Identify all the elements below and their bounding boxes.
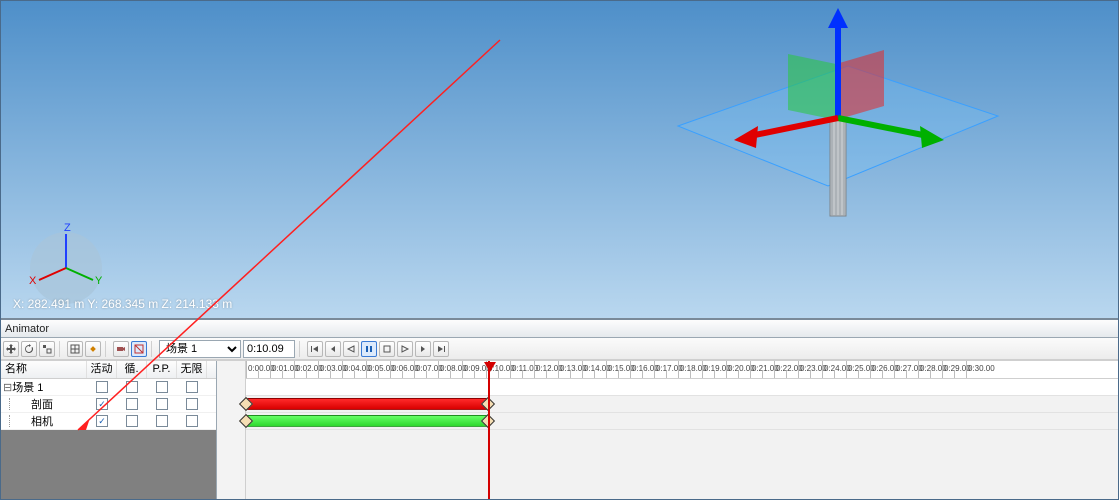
- playhead-head-icon: [484, 362, 496, 372]
- tree-header-loop: 循.: [117, 361, 147, 378]
- animator-toolbar: 场景 1: [1, 338, 1118, 360]
- stop-button[interactable]: [379, 341, 395, 357]
- translate-tool-button[interactable]: [3, 341, 19, 357]
- animator-panel-title: Animator: [1, 320, 1118, 338]
- camera-button[interactable]: [113, 341, 129, 357]
- pp-checkbox[interactable]: [156, 415, 168, 427]
- forward-end-button[interactable]: [433, 341, 449, 357]
- axis-y-label: Y: [95, 275, 103, 287]
- orientation-gizmo[interactable]: Z Y X: [21, 218, 111, 308]
- timeline-tracks[interactable]: [246, 379, 1118, 499]
- pp-checkbox[interactable]: [156, 398, 168, 410]
- tree-header-pp: P.P.: [147, 361, 177, 378]
- panel-splitter[interactable]: [217, 361, 246, 499]
- tree-row-name: 剖面: [1, 396, 87, 412]
- loop-checkbox[interactable]: [126, 381, 138, 393]
- playhead[interactable]: [488, 361, 490, 499]
- loop-checkbox[interactable]: [126, 415, 138, 427]
- tree-header: 名称 活动 循. P.P. 无限: [1, 361, 216, 379]
- tree-header-active: 活动: [87, 361, 117, 378]
- viewport-3d[interactable]: Z Y X X: 282.491 m Y: 268.345 m Z: 214.1…: [1, 1, 1118, 320]
- active-checkbox[interactable]: [96, 398, 108, 410]
- section-button[interactable]: [131, 341, 147, 357]
- timeline-panel[interactable]: 0:00.000:01.000:02.000:03.000:04.000:05.…: [246, 361, 1118, 499]
- track-row[interactable]: [246, 413, 1118, 430]
- tree-header-name: 名称: [1, 361, 87, 378]
- play-back-button[interactable]: [343, 341, 359, 357]
- track-row[interactable]: [246, 396, 1118, 413]
- ruler-tick-label: 0:30.00: [968, 364, 995, 373]
- scene-gizmo: [628, 6, 1018, 236]
- infinite-checkbox[interactable]: [186, 415, 198, 427]
- tree-header-infinite: 无限: [177, 361, 207, 378]
- active-checkbox[interactable]: [96, 381, 108, 393]
- step-forward-button[interactable]: [415, 341, 431, 357]
- timeline-clip[interactable]: [246, 415, 488, 427]
- scale-tool-button[interactable]: [39, 341, 55, 357]
- coordinate-readout: X: 282.491 m Y: 268.345 m Z: 214.133 m: [13, 297, 232, 311]
- snap-button[interactable]: [67, 341, 83, 357]
- time-input[interactable]: [243, 340, 295, 358]
- axis-z-label: Z: [64, 222, 71, 234]
- step-back-button[interactable]: [325, 341, 341, 357]
- pp-checkbox[interactable]: [156, 381, 168, 393]
- pause-button[interactable]: [361, 341, 377, 357]
- infinite-checkbox[interactable]: [186, 398, 198, 410]
- rotate-tool-button[interactable]: [21, 341, 37, 357]
- tree-row[interactable]: 相机: [1, 413, 216, 430]
- scene-select[interactable]: 场景 1: [159, 340, 241, 358]
- play-button[interactable]: [397, 341, 413, 357]
- tree-row[interactable]: 剖面: [1, 396, 216, 413]
- track-row[interactable]: [246, 379, 1118, 396]
- axis-x-label: X: [29, 275, 37, 287]
- loop-checkbox[interactable]: [126, 398, 138, 410]
- tree-row-name: 相机: [1, 413, 87, 429]
- rewind-start-button[interactable]: [307, 341, 323, 357]
- timeline-clip[interactable]: [246, 398, 488, 410]
- infinite-checkbox[interactable]: [186, 381, 198, 393]
- tree-row[interactable]: ⊟场景 1: [1, 379, 216, 396]
- active-checkbox[interactable]: [96, 415, 108, 427]
- timeline-ruler[interactable]: 0:00.000:01.000:02.000:03.000:04.000:05.…: [246, 361, 1118, 379]
- animator-tree-panel: 名称 活动 循. P.P. 无限 ⊟场景 1剖面相机: [1, 361, 217, 499]
- key-button[interactable]: [85, 341, 101, 357]
- tree-row-name: ⊟场景 1: [1, 379, 87, 395]
